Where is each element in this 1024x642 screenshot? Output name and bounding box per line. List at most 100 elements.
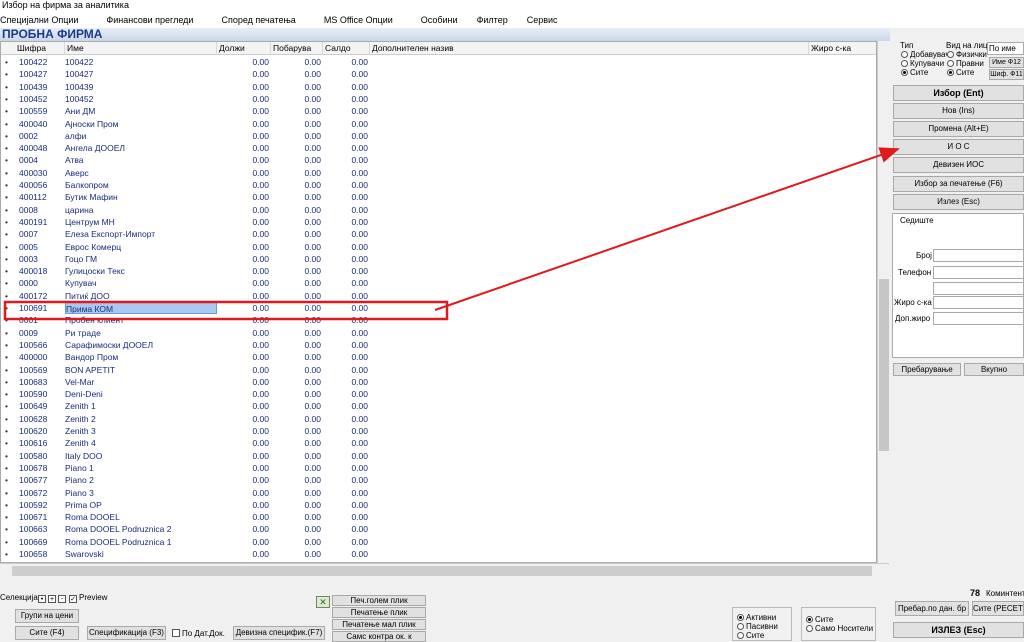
kind-option-legal[interactable]: Правни [947,59,984,68]
menu-financial-reports[interactable]: Финансови прегледи [87,12,202,28]
table-row[interactable]: • 100677 Piano 2 0.00 0.00 0.00 [1,474,876,486]
select-for-print-button[interactable]: Избор за печатење (F6) [893,176,1024,192]
print-envelope-button[interactable]: Печатење плик [332,607,426,618]
code-f11-button[interactable]: Шиф. Ф11 [989,69,1024,80]
table-row[interactable]: • 0005 Еврос Комерц 0.00 0.00 0.00 [1,241,876,253]
table-row[interactable]: • 400030 Аверс 0.00 0.00 0.00 [1,167,876,179]
table-row[interactable]: • 100580 Italy DOO 0.00 0.00 0.00 [1,450,876,462]
table-row[interactable]: • 100628 Zenith 2 0.00 0.00 0.00 [1,413,876,425]
table-row[interactable]: • 100663 Roma DOOEL Podruznica 2 0.00 0.00 0.… [1,523,876,535]
table-row[interactable]: • 0003 Гоцо ГМ 0.00 0.00 0.00 [1,253,876,265]
table-row[interactable]: • 100566 Сарафимоски ДООЕЛ 0.00 0.00 0.00 [1,339,876,351]
table-row[interactable]: • 100422 100422 0.00 0.00 0.00 [1,56,876,68]
table-row[interactable]: • 0000 Купувач 0.00 0.00 0.00 [1,277,876,289]
ios-button[interactable]: И О С [893,139,1024,155]
edit-button[interactable]: Промена (Alt+E) [893,121,1024,137]
holders-only[interactable]: Само Носители [806,624,873,633]
name-f12-button[interactable]: Име Ф12 [989,57,1024,68]
kind-option-all[interactable]: Сите [947,68,974,77]
extra-giro-field[interactable] [933,312,1024,325]
menu-ms-office[interactable]: MS Office Опции [305,12,402,28]
grid-vertical-scrollbar[interactable] [877,41,889,563]
horizontal-scroll-thumb[interactable] [12,566,872,576]
table-row[interactable]: • 0004 Атва 0.00 0.00 0.00 [1,154,876,166]
col-header-name[interactable]: Име [65,42,217,55]
table-row[interactable]: • 0009 Ри траде 0.00 0.00 0.00 [1,327,876,339]
table-row[interactable]: • 0007 Елеза Експорт-Импорт 0.00 0.00 0.00 [1,228,876,240]
table-row[interactable]: • 100620 Zenith 3 0.00 0.00 0.00 [1,425,876,437]
filter-active[interactable]: Активни [737,613,776,622]
print-large-envelope-button[interactable]: Печ.голем плик [332,595,426,606]
table-row[interactable]: • 0008 царина 0.00 0.00 0.00 [1,204,876,216]
sort-select[interactable]: По име [987,42,1024,55]
table-row[interactable]: • 100649 Zenith 1 0.00 0.00 0.00 [1,400,876,412]
search-button[interactable]: Пребарување [893,363,961,376]
col-header-balance[interactable]: Салдо [323,42,370,55]
menu-properties[interactable]: Особини [402,12,467,28]
menu-service[interactable]: Сервис [517,12,567,28]
exit-button[interactable]: Излез (Esc) [893,194,1024,210]
table-row[interactable]: • 100439 100439 0.00 0.00 0.00 [1,81,876,93]
table-row[interactable]: • 100427 100427 0.00 0.00 0.00 [1,68,876,80]
menu-special-options[interactable]: Специјални Опции [0,12,87,28]
filter-passive[interactable]: Пасивни [737,622,778,631]
excel-icon[interactable]: ✕ [316,596,330,608]
table-row[interactable]: • 400018 Гулицоски Текс 0.00 0.00 0.00 [1,265,876,277]
number-field[interactable] [933,249,1024,262]
table-row[interactable]: • 100669 Roma DOOEL Podruznica 1 0.00 0.00 0.… [1,536,876,548]
table-row[interactable]: • 400000 Вандор Пром 0.00 0.00 0.00 [1,351,876,363]
type-option-all[interactable]: Сите [901,68,928,77]
type-option-supplier[interactable]: Добавувач [901,50,949,59]
all-f4-button[interactable]: Сите (F4) [15,626,79,640]
foreign-ios-button[interactable]: Девизен ИОС [893,157,1024,173]
col-header-additional-name[interactable]: Дополнителен назив [370,42,809,55]
preview-checkbox[interactable]: ✓ Preview [69,593,107,603]
table-row[interactable]: • 100569 BON APETIT 0.00 0.00 0.00 [1,364,876,376]
table-row[interactable]: • 100683 Vel-Mar 0.00 0.00 0.00 [1,376,876,388]
table-row[interactable]: • 100691 Прима КОМ 0.00 0.00 0.00 [1,302,876,314]
table-row[interactable]: • 0001 Пробен клиент 0.00 0.00 0.00 [1,314,876,326]
grid-horizontal-scrollbar[interactable] [0,563,889,577]
table-row[interactable]: • 100452 100452 0.00 0.00 0.00 [1,93,876,105]
table-row[interactable]: • 100592 Prima OP 0.00 0.00 0.00 [1,499,876,511]
filter-all[interactable]: Сите [737,631,764,640]
table-row[interactable]: • 100658 Swarovski 0.00 0.00 0.00 [1,548,876,560]
type-option-buyers[interactable]: Купувачи [901,59,944,68]
table-row[interactable]: • 100616 Zenith 4 0.00 0.00 0.00 [1,437,876,449]
total-button[interactable]: Вкупно [964,363,1024,376]
menu-filter[interactable]: Филтер [467,12,517,28]
table-row[interactable]: • 400172 Питиќ ДОО 0.00 0.00 0.00 [1,290,876,302]
table-row[interactable]: • 100671 Roma DOOEL 0.00 0.00 0.00 [1,511,876,523]
table-row[interactable]: • 100672 Piano 3 0.00 0.00 0.00 [1,487,876,499]
table-row[interactable]: • 400191 Центрум МН 0.00 0.00 0.00 [1,216,876,228]
specification-f3-button[interactable]: Спецификација (F3) [87,626,166,640]
selection-stepper[interactable]: • + - [38,593,68,603]
reset-all-button[interactable]: Сите (РЕСЕТ) [972,601,1024,616]
holders-all[interactable]: Сите [806,615,833,624]
table-row[interactable]: • 100590 Deni-Deni 0.00 0.00 0.00 [1,388,876,400]
table-row[interactable]: • 400048 Ангела ДООЕЛ 0.00 0.00 0.00 [1,142,876,154]
kind-option-physical[interactable]: Физички [947,50,987,59]
print-small-envelope-button[interactable]: Печатење мал плик [332,619,426,630]
table-row[interactable]: • 400056 Балкопром 0.00 0.00 0.00 [1,179,876,191]
table-row[interactable]: • 400040 Ајноски Пром 0.00 0.00 0.00 [1,118,876,130]
foreign-specification-f7-button[interactable]: Девизна специфик.(F7) [233,626,325,640]
table-row[interactable]: • 100559 Ани ДМ 0.00 0.00 0.00 [1,105,876,117]
col-header-credit[interactable]: Побарува [271,42,323,55]
table-row[interactable]: • 0002 алфи 0.00 0.00 0.00 [1,130,876,142]
phone-field[interactable] [933,266,1024,279]
vertical-scroll-thumb[interactable] [879,279,889,451]
table-row[interactable]: • 100678 Piano 1 0.00 0.00 0.00 [1,462,876,474]
new-button[interactable]: Нов (Ins) [893,103,1024,119]
select-button[interactable]: Избор (Ent) [893,85,1024,101]
col-header-debit[interactable]: Должи [217,42,271,55]
price-groups-button[interactable]: Групи на цени [15,609,79,623]
exit-big-button[interactable]: ИЗЛЕЗ (Esc) [893,622,1024,638]
extra-field[interactable] [933,282,1024,295]
search-by-tax-number-button[interactable]: Пребар.по дан. бр [895,601,969,616]
col-header-giro-account[interactable]: Жиро с-ка [809,42,876,55]
table-row[interactable]: • 400112 Бутик Мафин 0.00 0.00 0.00 [1,191,876,203]
company-grid[interactable]: Шифра Име Должи Побарува Салдо Дополните… [0,41,877,563]
giro-field[interactable] [933,296,1024,309]
menu-by-prints[interactable]: Според печатења [202,12,304,28]
